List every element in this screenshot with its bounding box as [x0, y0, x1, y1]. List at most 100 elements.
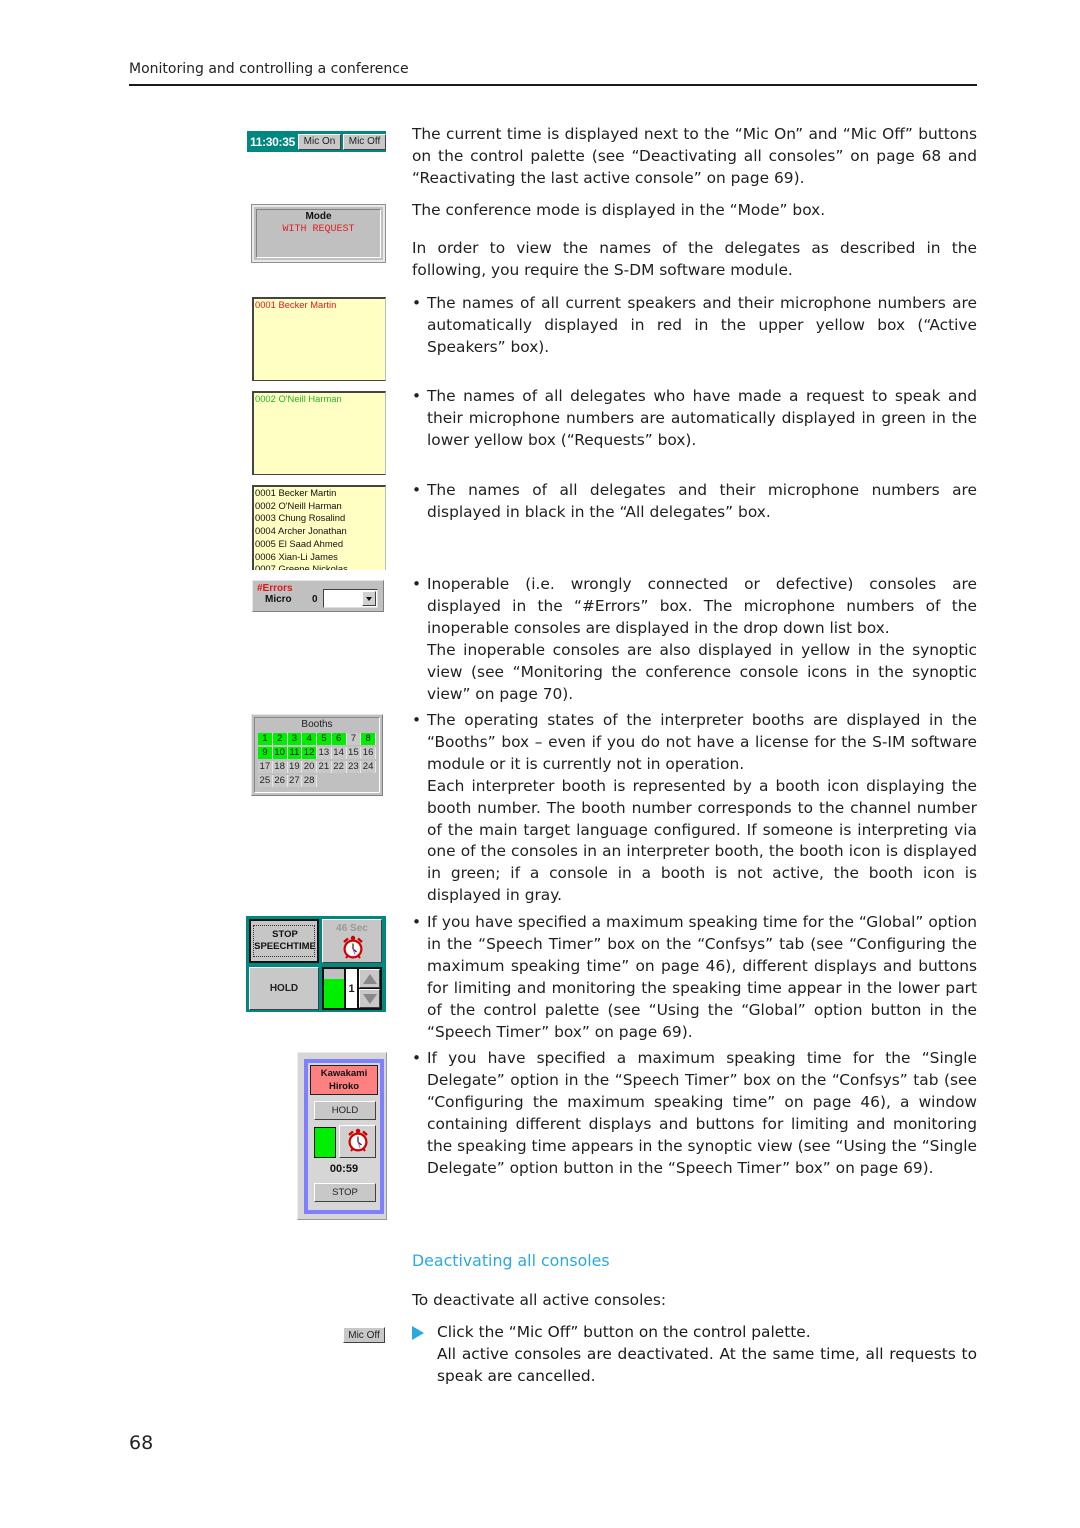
single-timer-clock-button[interactable]: [339, 1125, 376, 1158]
mode-label: Mode: [305, 211, 332, 222]
delegate-row[interactable]: 0001 Becker Martin: [255, 487, 385, 500]
stop-label-line2: SPEECHTIME: [254, 941, 316, 952]
delegate-row[interactable]: 0001 Becker Martin: [255, 299, 385, 312]
mic-off-button[interactable]: Mic Off: [342, 133, 386, 150]
step-text: Click the “Mic Off” button on the contro…: [437, 1323, 811, 1341]
delegate-row[interactable]: 0002 O'Neill Harman: [255, 393, 385, 406]
page-number: 68: [129, 1432, 154, 1454]
section-heading: Deactivating all consoles: [412, 1251, 610, 1270]
booth-icon-12: 12: [302, 747, 317, 759]
mic-on-button[interactable]: Mic On: [297, 133, 341, 150]
bullet-dot: •: [412, 1049, 422, 1067]
booths-box: Booths 1 2 3 4 5 6 7 8 9 10 11 12 13 14 15 16 17 18 19 20 21…: [251, 714, 383, 796]
booth-icon-5: 5: [317, 733, 332, 745]
delegate-row[interactable]: 0004 Archer Jonathan: [255, 525, 385, 538]
errors-microphone-dropdown[interactable]: [323, 589, 378, 608]
booth-icon-10: 10: [272, 747, 288, 759]
bullet-text: Inoperable (i.e. wrongly connected or de…: [427, 575, 977, 637]
bullet-requests: • The names of all delegates who have ma…: [412, 386, 977, 452]
bullet-dot: •: [412, 387, 422, 405]
bullet-text: If you have specified a maximum speaking…: [427, 913, 977, 1041]
bullet-text: The names of all delegates and their mic…: [427, 481, 977, 521]
speech-level-bar: [324, 969, 344, 1008]
paragraph-current-time: The current time is displayed next to th…: [412, 125, 977, 187]
bullet-dot: •: [412, 711, 422, 729]
delegate-row[interactable]: 0006 Xian-Li James: [255, 551, 385, 564]
bullet-text: If you have specified a maximum speaking…: [427, 1049, 977, 1177]
paragraph-mode: The conference mode is displayed in the …: [412, 201, 826, 219]
delegate-row[interactable]: 0002 O'Neill Harman: [255, 500, 385, 513]
booth-icon-25: 25: [258, 775, 273, 787]
spin-down-arrow-icon[interactable]: [359, 989, 380, 1008]
speech-level-display: 1: [322, 967, 382, 1010]
booth-icon-3: 3: [287, 733, 303, 745]
errors-count: 0: [312, 594, 318, 605]
booth-icon-13: 13: [317, 747, 332, 759]
errors-micro-label: Micro: [265, 594, 292, 605]
speech-timer-global-panel: STOP SPEECHTIME 46 Sec HOLD 1: [246, 916, 386, 1012]
speaking-status-indicator: [314, 1127, 336, 1158]
speech-time-seconds-button[interactable]: 46 Sec: [322, 919, 382, 963]
header-rule: [129, 84, 977, 86]
control-palette-time-bar: 11:30:35 Mic On Mic Off: [247, 131, 386, 152]
single-delegate-panel: Kawakami Hiroko HOLD 00:59 STOP: [308, 1063, 380, 1210]
bullet-active-speakers: • The names of all current speakers and …: [412, 293, 977, 359]
booths-title: Booths: [301, 719, 333, 730]
booth-icon-15: 15: [346, 747, 362, 759]
section-intro: To deactivate all active consoles:: [412, 1291, 667, 1309]
booth-icon-17: 17: [258, 761, 273, 773]
speech-level-fill: [324, 978, 344, 1008]
booth-icon-24: 24: [361, 761, 376, 773]
seconds-label: 46 Sec: [336, 923, 368, 934]
bullet-extra-text: Each interpreter booth is represented by…: [427, 776, 977, 905]
alarm-clock-icon: [343, 935, 363, 959]
bullet-errors: • Inoperable (i.e. wrongly connected or …: [412, 574, 977, 705]
delegate-name-line2: Hiroko: [328, 1081, 360, 1092]
single-timer-readout: 00:59: [329, 1163, 359, 1175]
delegate-row[interactable]: 0005 El Saad Ahmed: [255, 538, 385, 551]
booth-icon-27: 27: [287, 775, 303, 787]
bullet-booths: • The operating states of the interprete…: [412, 710, 977, 907]
booth-icon-14: 14: [331, 747, 347, 759]
requests-box: 0002 O'Neill Harman: [252, 391, 386, 475]
booth-icon-11: 11: [287, 747, 303, 759]
speech-timer-single-window: Kawakami Hiroko HOLD 00:59 STOP: [297, 1052, 387, 1220]
booth-icon-21: 21: [317, 761, 332, 773]
paragraph-sdm-module: In order to view the names of the delega…: [412, 239, 977, 279]
booth-icon-2: 2: [272, 733, 288, 745]
booth-icon-22: 22: [331, 761, 347, 773]
booth-icon-9: 9: [258, 747, 273, 759]
alarm-clock-icon: [348, 1128, 368, 1152]
stop-label-line1: STOP: [272, 929, 298, 940]
mic-off-button-illustration[interactable]: Mic Off: [343, 1327, 385, 1343]
mode-value: WITH REQUEST: [282, 224, 355, 235]
all-delegates-box[interactable]: 0001 Becker Martin 0002 O'Neill Harman 000…: [252, 485, 386, 570]
bullet-dot: •: [412, 481, 422, 499]
hold-button[interactable]: HOLD: [249, 967, 319, 1010]
single-stop-button[interactable]: STOP: [314, 1183, 376, 1202]
delegate-row[interactable]: 0007 Greene Nickolas: [255, 563, 385, 570]
stop-speechtime-button[interactable]: STOP SPEECHTIME: [249, 919, 319, 963]
single-hold-button[interactable]: HOLD: [314, 1101, 376, 1120]
errors-title: #Errors: [257, 583, 293, 594]
bullet-text: The names of all delegates who have made…: [427, 387, 977, 449]
booth-icon-16: 16: [361, 747, 376, 759]
delegate-name-line1: Kawakami: [320, 1068, 368, 1079]
errors-box: #Errors Micro 0: [252, 580, 384, 612]
instruction-step: Click the “Mic Off” button on the contro…: [412, 1322, 977, 1388]
chevron-down-icon[interactable]: [362, 591, 376, 606]
bullet-dot: •: [412, 294, 422, 312]
booth-icon-19: 19: [287, 761, 303, 773]
single-delegate-frame: Kawakami Hiroko HOLD 00:59 STOP: [304, 1059, 384, 1214]
booth-icon-8: 8: [361, 733, 376, 745]
step-arrow-icon: [412, 1326, 424, 1340]
booth-icon-7: 7: [346, 733, 362, 745]
bullet-extra-text: The inoperable consoles are also display…: [427, 640, 977, 703]
spin-up-arrow-icon[interactable]: [359, 969, 380, 988]
running-header: Monitoring and controlling a conference: [129, 61, 409, 77]
booth-icon-6: 6: [331, 733, 347, 745]
step-result: All active consoles are deactivated. At …: [437, 1344, 977, 1385]
bullet-text: The names of all current speakers and th…: [427, 294, 977, 356]
booth-icon-1: 1: [258, 733, 273, 745]
delegate-row[interactable]: 0003 Chung Rosalind: [255, 512, 385, 525]
